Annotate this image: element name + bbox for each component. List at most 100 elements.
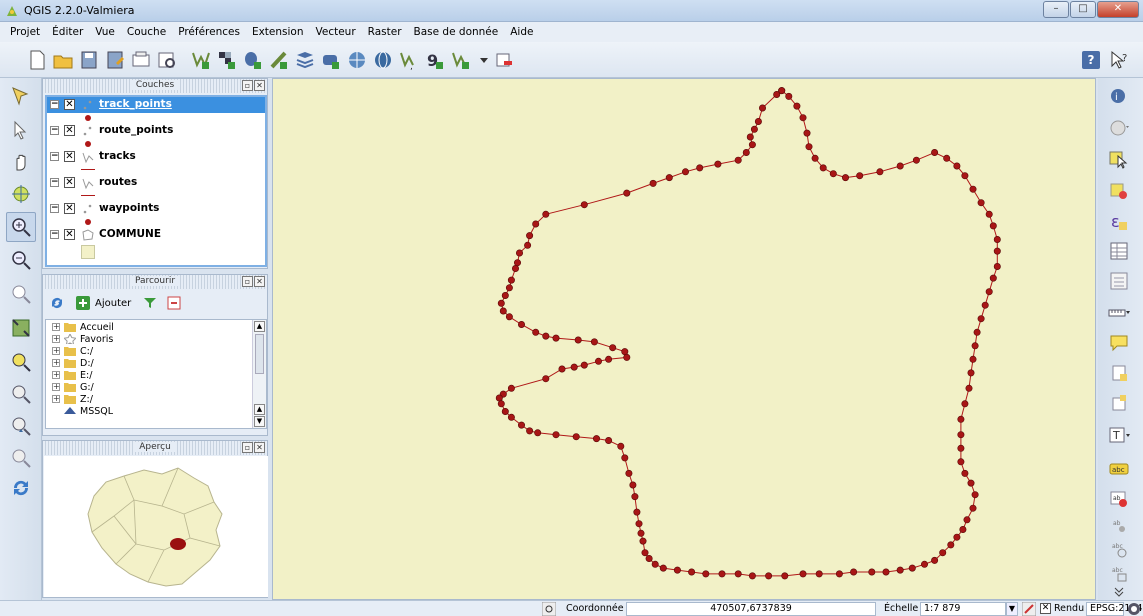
menu-couche[interactable]: Couche <box>121 26 172 38</box>
menu-extension[interactable]: Extension <box>246 26 310 38</box>
select-features-icon[interactable] <box>9 118 33 142</box>
save-as-icon[interactable] <box>104 49 126 71</box>
deselect-icon[interactable] <box>1108 180 1130 202</box>
add-mssql-layer-icon[interactable] <box>320 49 342 71</box>
float-panel-button[interactable]: ▫ <box>242 442 253 453</box>
layer-row-waypoints[interactable]: − ✕ waypoints <box>47 201 265 217</box>
zoom-in-icon[interactable] <box>9 215 33 239</box>
collapse-toggle[interactable]: − <box>50 100 59 109</box>
menu-raster[interactable]: Raster <box>362 26 408 38</box>
text-annotation-icon[interactable]: T <box>1108 424 1130 446</box>
menu-vecteur[interactable]: Vecteur <box>310 26 362 38</box>
overview-map[interactable] <box>44 456 268 597</box>
float-panel-button[interactable]: ▫ <box>242 80 253 91</box>
highlight-label-icon[interactable]: ab <box>1108 488 1130 510</box>
stop-render-icon[interactable] <box>1022 602 1036 616</box>
add-postgis-layer-icon[interactable] <box>242 49 264 71</box>
collapse-toggle[interactable]: − <box>50 126 59 135</box>
menu-editer[interactable]: Éditer <box>46 26 89 38</box>
pin-label-icon[interactable]: ab <box>1108 514 1130 536</box>
collapse-all-icon[interactable] <box>167 296 181 310</box>
crs-status[interactable]: EPSG:2154 <box>1086 602 1143 616</box>
messages-icon[interactable] <box>1127 602 1141 616</box>
collapse-toggle[interactable]: − <box>50 178 59 187</box>
layer-visibility-checkbox[interactable]: ✕ <box>64 125 75 136</box>
collapse-toggle[interactable]: − <box>50 204 59 213</box>
scroll-thumb[interactable] <box>255 334 264 374</box>
show-bookmarks-icon[interactable] <box>1108 392 1130 414</box>
scroll-up-icon[interactable]: ▲ <box>254 404 265 415</box>
close-panel-button[interactable]: ✕ <box>254 276 265 287</box>
layer-visibility-checkbox[interactable]: ✕ <box>64 151 75 162</box>
rotate-label-icon[interactable]: abc <box>1108 538 1130 560</box>
layer-row-route-points[interactable]: − ✕ route_points <box>47 123 265 139</box>
pan-to-selection-icon[interactable] <box>9 182 33 206</box>
map-canvas[interactable] <box>272 78 1096 600</box>
run-feature-action-icon[interactable] <box>1108 118 1130 140</box>
layer-visibility-checkbox[interactable]: ✕ <box>64 203 75 214</box>
more-tools-icon[interactable] <box>1108 586 1130 598</box>
measure-line-icon[interactable] <box>1108 300 1130 322</box>
refresh-icon[interactable] <box>49 295 65 311</box>
select-by-rectangle-icon[interactable] <box>1108 148 1130 170</box>
scroll-down-icon[interactable]: ▼ <box>254 416 265 427</box>
new-print-composer-icon[interactable] <box>130 49 152 71</box>
scale-combo[interactable]: 1:7 879 <box>920 602 1006 616</box>
menu-preferences[interactable]: Préférences <box>172 26 246 38</box>
digitize-icon[interactable] <box>9 84 33 108</box>
whats-this-icon[interactable]: ? <box>1108 49 1130 71</box>
scroll-up-icon[interactable]: ▲ <box>254 321 265 332</box>
map-tips-icon[interactable] <box>1108 332 1130 354</box>
add-icon[interactable] <box>75 295 91 311</box>
open-project-icon[interactable] <box>52 49 74 71</box>
zoom-to-selection-icon[interactable] <box>9 350 33 374</box>
layer-row-commune[interactable]: − ✕ COMMUNE <box>47 227 265 243</box>
new-project-icon[interactable] <box>26 49 48 71</box>
layer-row-tracks[interactable]: − ✕ tracks <box>47 149 265 165</box>
layer-visibility-checkbox[interactable]: ✕ <box>64 99 75 110</box>
new-shapefile-layer-icon[interactable] <box>450 49 472 71</box>
close-panel-button[interactable]: ✕ <box>254 442 265 453</box>
zoom-last-icon[interactable] <box>9 414 33 438</box>
zoom-out-icon[interactable] <box>9 248 33 272</box>
layer-row-track-points[interactable]: − ✕ track_points <box>47 97 265 113</box>
filter-icon[interactable] <box>143 296 157 310</box>
layer-visibility-checkbox[interactable]: ✕ <box>64 177 75 188</box>
new-bookmark-icon[interactable] <box>1108 362 1130 384</box>
browser-scrollbar[interactable]: ▲ ▲ ▼ <box>252 320 266 428</box>
add-spatialite-layer-icon[interactable] <box>268 49 290 71</box>
render-checkbox[interactable]: ✕ <box>1040 603 1051 614</box>
close-panel-button[interactable]: ✕ <box>254 80 265 91</box>
composer-manager-icon[interactable] <box>156 49 178 71</box>
layer-visibility-checkbox[interactable]: ✕ <box>64 229 75 240</box>
layer-row-routes[interactable]: − ✕ routes <box>47 175 265 191</box>
close-button[interactable]: ✕ <box>1097 1 1139 18</box>
add-delimited-text-layer-icon[interactable]: , <box>398 49 420 71</box>
float-panel-button[interactable]: ▫ <box>242 276 253 287</box>
add-wfs-layer-icon[interactable] <box>372 49 394 71</box>
add-raster-layer-icon[interactable] <box>216 49 238 71</box>
add-text-layer-icon[interactable]: 9 <box>424 49 446 71</box>
coordinate-field[interactable]: 470507,6737839 <box>626 602 876 616</box>
add-button-label[interactable]: Ajouter <box>95 298 131 309</box>
add-wcs-layer-icon[interactable] <box>346 49 368 71</box>
zoom-to-layer-icon[interactable] <box>9 382 33 406</box>
layer-labeling-icon[interactable]: abc <box>1108 458 1130 480</box>
identify-icon[interactable]: i <box>1108 86 1130 108</box>
menu-projet[interactable]: Projet <box>4 26 46 38</box>
refresh-icon[interactable] <box>9 476 33 500</box>
change-label-icon[interactable]: abc <box>1108 562 1130 584</box>
help-icon[interactable]: ? <box>1082 51 1100 69</box>
zoom-next-icon[interactable] <box>9 446 33 470</box>
chevron-down-icon[interactable]: ▼ <box>1006 602 1018 616</box>
zoom-full-icon[interactable] <box>9 316 33 340</box>
field-calculator-icon[interactable]: ε <box>1108 210 1130 232</box>
remove-layer-icon[interactable] <box>494 49 516 71</box>
menu-base-de-donnee[interactable]: Base de donnée <box>408 26 505 38</box>
pan-hand-icon[interactable] <box>9 150 33 174</box>
statistics-icon[interactable] <box>1108 270 1130 292</box>
collapse-toggle[interactable]: − <box>50 152 59 161</box>
save-project-icon[interactable] <box>78 49 100 71</box>
minimize-button[interactable]: – <box>1043 1 1069 18</box>
collapse-toggle[interactable]: − <box>50 230 59 239</box>
